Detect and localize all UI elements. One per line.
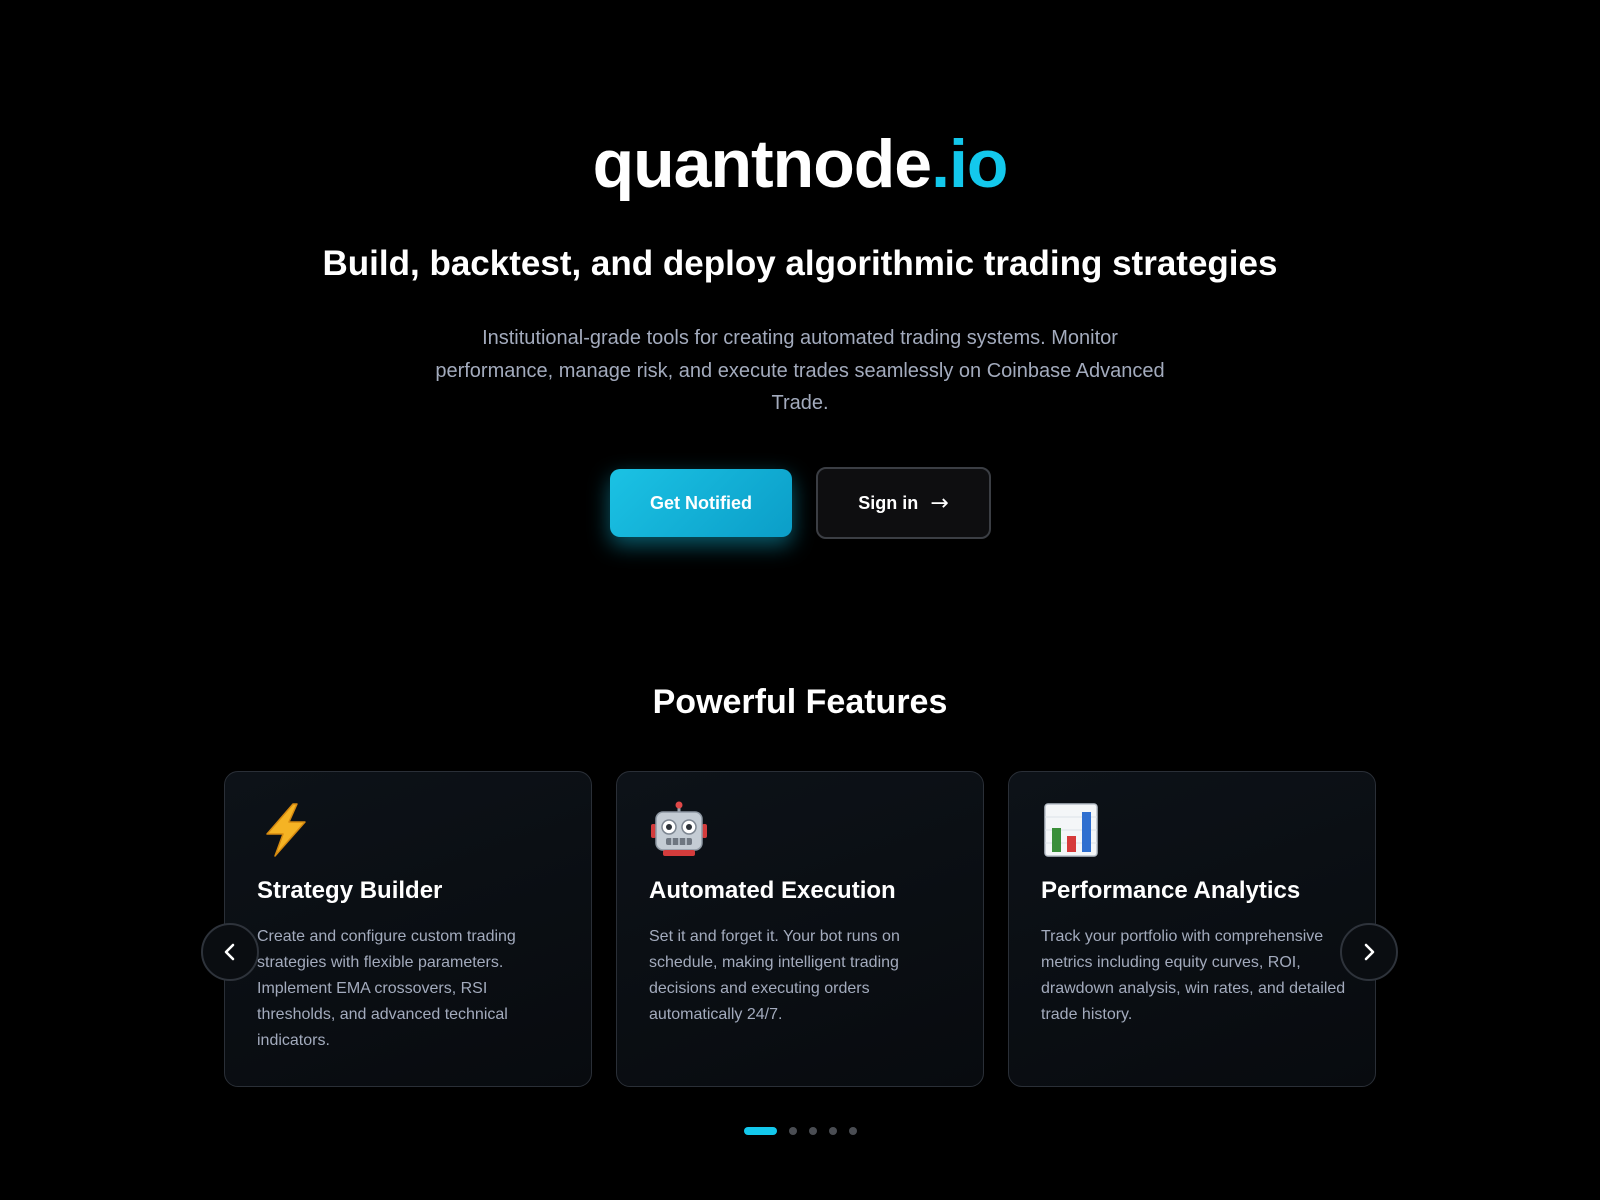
feature-card-strategy-builder: Strategy Builder Create and configure cu… — [224, 771, 592, 1087]
card-title: Automated Execution — [649, 877, 896, 904]
feature-card-automated-execution: Automated Execution Set it and forget it… — [616, 771, 984, 1087]
carousel-next-button[interactable] — [1340, 923, 1398, 981]
carousel-dot-3[interactable] — [808, 1127, 817, 1135]
chevron-left-icon — [224, 943, 235, 961]
robot-icon — [651, 801, 707, 856]
carousel-dot-1[interactable] — [743, 1127, 777, 1135]
carousel-dot-4[interactable] — [828, 1127, 837, 1135]
logo: quantnode.io — [0, 124, 1600, 204]
sign-in-label: Sign in — [858, 492, 919, 513]
landing-page: quantnode.io Build, backtest, and deploy… — [0, 0, 1600, 1200]
card-text: Track your portfolio with comprehensive … — [1041, 928, 1346, 1023]
hero-description: Institutional-grade tools for creating a… — [435, 327, 1165, 414]
hero-headline: Build, backtest, and deploy algorithmic … — [322, 244, 1278, 283]
lightning-icon — [266, 803, 306, 857]
card-title: Strategy Builder — [257, 877, 443, 904]
logo-tld: .io — [931, 126, 1008, 202]
get-notified-button[interactable]: Get Notified — [610, 469, 792, 537]
logo-name: quantnode — [592, 126, 933, 202]
carousel-dot-5[interactable] — [848, 1127, 857, 1135]
bar-chart-icon — [1044, 803, 1098, 857]
card-title: Performance Analytics — [1041, 877, 1301, 904]
chevron-right-icon — [1364, 943, 1375, 961]
arrow-right-icon: → — [930, 490, 949, 516]
card-text: Set it and forget it. Your bot runs on s… — [649, 928, 900, 1023]
card-text: Create and configure custom trading stra… — [257, 928, 516, 1049]
feature-card-performance-analytics: Performance Analytics Track your portfol… — [1008, 771, 1376, 1087]
get-notified-label: Get Notified — [650, 492, 752, 513]
carousel-pagination — [0, 1127, 1600, 1135]
features-title: Powerful Features — [652, 683, 948, 721]
carousel-dot-2[interactable] — [788, 1127, 797, 1135]
carousel-prev-button[interactable] — [201, 923, 259, 981]
sign-in-button[interactable]: Sign in → — [816, 467, 991, 539]
